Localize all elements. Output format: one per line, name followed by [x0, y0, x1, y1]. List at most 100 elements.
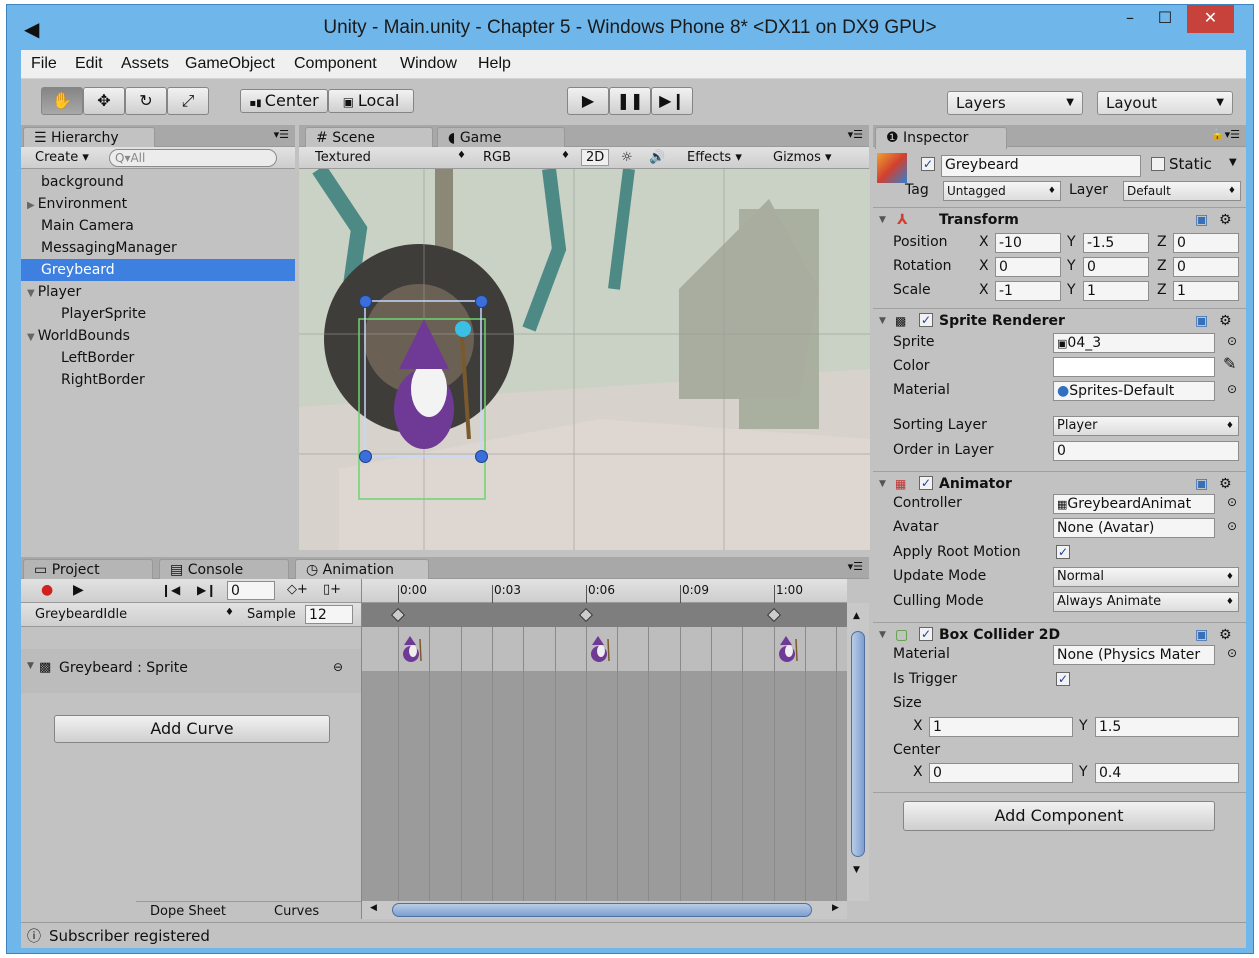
scale-tool-button[interactable]: ⤢	[167, 87, 209, 115]
space-local-button[interactable]: ▣ Local	[328, 89, 414, 113]
bounds-handle[interactable]	[359, 450, 372, 463]
menu-edit[interactable]: Edit	[75, 55, 103, 73]
hierarchy-item[interactable]: Greybeard	[21, 259, 295, 281]
animator-enabled-checkbox[interactable]: ✓	[919, 476, 933, 490]
shading-dropdown[interactable]: Textured	[315, 150, 371, 165]
object-picker-icon[interactable]: ⊙	[1227, 646, 1237, 660]
tab-inspector[interactable]: ❶ Inspector	[875, 127, 1007, 149]
gear-icon[interactable]: ⚙	[1219, 472, 1232, 496]
tab-animation[interactable]: ◷ Animation	[295, 559, 429, 581]
lock-icon[interactable]: 🔒▾☰	[1211, 128, 1240, 141]
scroll-down-icon[interactable]: ▼	[853, 865, 860, 875]
help-icon[interactable]: ▣	[1195, 208, 1208, 232]
transform-z-field[interactable]: 0	[1173, 257, 1239, 277]
sprite-field[interactable]: ▣04_3	[1053, 333, 1215, 353]
tab-hierarchy[interactable]: ☰ Hierarchy	[23, 127, 155, 149]
prev-keyframe-icon[interactable]: ❙◀	[161, 583, 180, 597]
sprite-renderer-header[interactable]: ▼ ▩ ✓ Sprite Renderer ▣ ⚙	[873, 308, 1246, 332]
sprite-renderer-enabled-checkbox[interactable]: ✓	[919, 313, 933, 327]
hierarchy-item[interactable]: background	[21, 171, 295, 193]
scroll-left-icon[interactable]: ◀	[370, 903, 377, 913]
hierarchy-search-input[interactable]: Q▾All	[109, 149, 277, 167]
render-channel-dropdown[interactable]: RGB	[483, 150, 511, 165]
active-checkbox[interactable]: ✓	[921, 157, 935, 171]
gizmos-dropdown[interactable]: Gizmos ▾	[773, 150, 832, 165]
hierarchy-item[interactable]: LeftBorder	[21, 347, 295, 369]
frame-field[interactable]: 0	[227, 581, 275, 600]
track-row[interactable]: ▼ ▩ Greybeard : Sprite ⊖	[21, 649, 361, 693]
layout-dropdown[interactable]: Layout ▼	[1097, 91, 1233, 115]
hierarchy-item[interactable]: Main Camera	[21, 215, 295, 237]
scroll-up-icon[interactable]: ▲	[853, 611, 860, 621]
bounds-handle[interactable]	[359, 295, 372, 308]
material-field[interactable]: ●Sprites-Default	[1053, 381, 1215, 401]
menu-window[interactable]: Window	[400, 55, 457, 73]
transform-z-field[interactable]: 1	[1173, 281, 1239, 301]
menu-gameobject[interactable]: GameObject	[185, 55, 275, 73]
menu-file[interactable]: File	[31, 55, 57, 73]
gear-icon[interactable]: ⚙	[1219, 623, 1232, 647]
bounds-handle[interactable]	[475, 450, 488, 463]
box-collider-header[interactable]: ▼ ▢ ✓ Box Collider 2D ▣ ⚙	[873, 622, 1246, 646]
transform-x-field[interactable]: 0	[995, 257, 1061, 277]
foldout-collapsed-icon[interactable]: ▶	[27, 200, 35, 211]
tab-scene[interactable]: # Scene	[305, 127, 433, 149]
transform-x-field[interactable]: -1	[995, 281, 1061, 301]
v-scrollbar[interactable]: ▲ ▼	[847, 603, 869, 901]
hierarchy-item[interactable]: ▼ Player	[21, 281, 295, 303]
hierarchy-item[interactable]: ▼ WorldBounds	[21, 325, 295, 347]
layers-dropdown[interactable]: Layers ▼	[947, 91, 1083, 115]
hierarchy-item[interactable]: PlayerSprite	[21, 303, 295, 325]
center-y-field[interactable]: 0.4	[1095, 763, 1239, 783]
dope-sheet-tab[interactable]: Dope Sheet	[150, 904, 226, 919]
hierarchy-item[interactable]: MessagingManager	[21, 237, 295, 259]
dopesheet-area[interactable]: 0:00 0:03 0:06 0:09 1:00	[362, 579, 847, 901]
foldout-expanded-icon[interactable]: ▼	[27, 332, 35, 343]
is-trigger-checkbox[interactable]: ✓	[1056, 672, 1070, 686]
pause-button[interactable]: ❚❚	[609, 87, 651, 115]
apply-root-motion-checkbox[interactable]: ✓	[1056, 545, 1070, 559]
track-options-icon[interactable]: ⊖	[333, 660, 343, 674]
chevron-down-icon[interactable]: ▼	[1229, 157, 1237, 168]
rotate-tool-button[interactable]: ↻	[125, 87, 167, 115]
transform-x-field[interactable]: -10	[995, 233, 1061, 253]
tab-game[interactable]: ◖ Game	[437, 127, 565, 148]
object-picker-icon[interactable]: ⊙	[1227, 519, 1237, 533]
hand-tool-button[interactable]: ✋	[41, 87, 83, 115]
lighting-icon[interactable]: ☼	[621, 150, 633, 165]
h-scrollbar[interactable]: ◀ ▶	[362, 901, 847, 919]
animator-header[interactable]: ▼ ▦ ✓ Animator ▣ ⚙	[873, 471, 1246, 495]
foldout-expanded-icon[interactable]: ▼	[27, 288, 35, 299]
size-y-field[interactable]: 1.5	[1095, 717, 1239, 737]
panel-menu-icon[interactable]: ▾☰	[848, 128, 863, 141]
controller-field[interactable]: ▦GreybeardAnimat	[1053, 494, 1215, 514]
sprite-keyframe[interactable]	[588, 635, 614, 663]
add-curve-button[interactable]: Add Curve	[54, 715, 330, 743]
menu-help[interactable]: Help	[478, 55, 511, 73]
bounds-handle[interactable]	[475, 295, 488, 308]
sprite-keyframe[interactable]	[776, 635, 802, 663]
transform-header[interactable]: ▼ ⅄ Transform ▣ ⚙	[873, 207, 1246, 231]
move-tool-button[interactable]: ✥	[83, 87, 125, 115]
tag-dropdown[interactable]: Untagged ♦	[943, 181, 1061, 201]
scene-view[interactable]	[299, 169, 870, 550]
tab-console[interactable]: ▤ Console	[159, 559, 289, 580]
add-component-button[interactable]: Add Component	[903, 801, 1215, 831]
help-icon[interactable]: ▣	[1195, 472, 1208, 496]
sprite-keyframe[interactable]	[400, 635, 426, 663]
tab-project[interactable]: ▭ Project	[23, 559, 153, 580]
status-message[interactable]: Subscriber registered	[49, 927, 210, 945]
menu-assets[interactable]: Assets	[121, 55, 169, 73]
step-button[interactable]: ▶❙	[651, 87, 693, 115]
add-event-icon[interactable]: ▯+	[323, 582, 341, 597]
play-icon[interactable]: ▶	[73, 582, 84, 598]
object-picker-icon[interactable]: ⊙	[1227, 495, 1237, 509]
play-button[interactable]: ▶	[567, 87, 609, 115]
order-in-layer-field[interactable]: 0	[1053, 441, 1239, 461]
maximize-button[interactable]: ☐	[1150, 5, 1180, 33]
effects-dropdown[interactable]: Effects ▾	[687, 150, 742, 165]
help-icon[interactable]: ▣	[1195, 309, 1208, 333]
culling-mode-dropdown[interactable]: Always Animate ♦	[1053, 592, 1239, 612]
eyedropper-icon[interactable]: ✎	[1223, 354, 1236, 373]
panel-menu-icon[interactable]: ▾☰	[274, 128, 289, 141]
